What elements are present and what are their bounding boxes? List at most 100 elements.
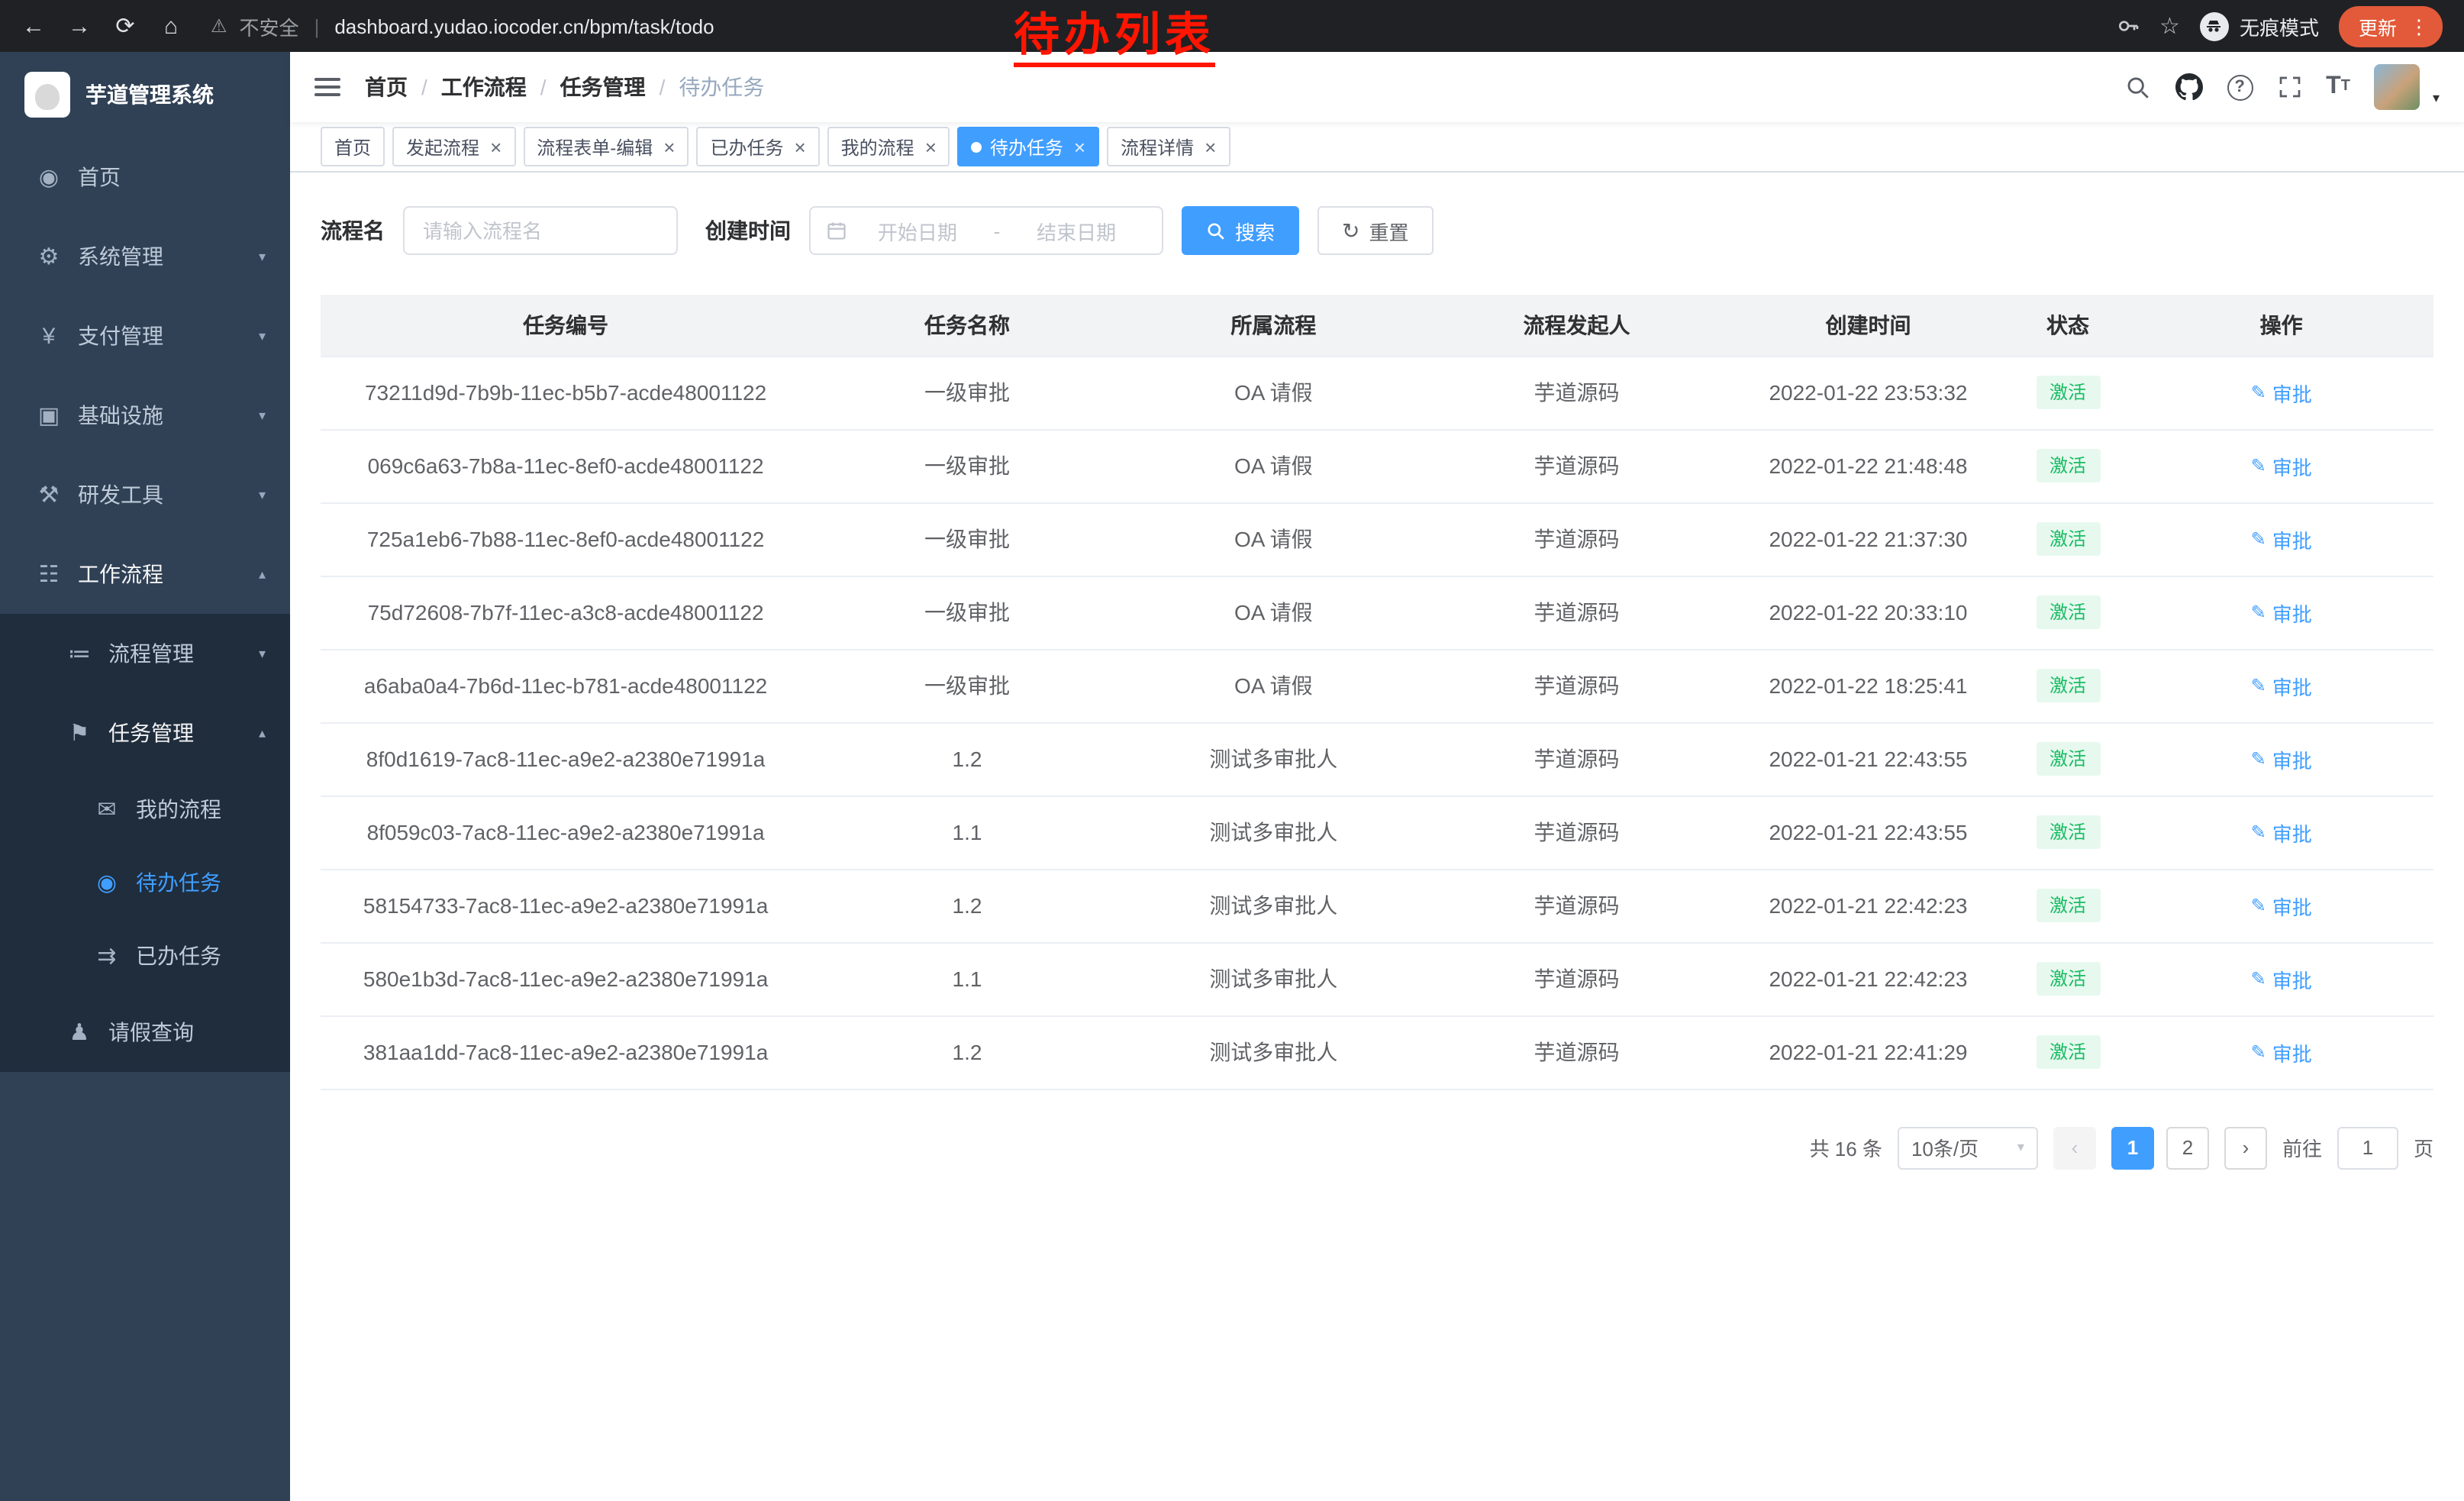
approve-link[interactable]: ✎审批 xyxy=(2251,378,2312,407)
goto-page-input[interactable] xyxy=(2337,1126,2398,1169)
not-secure-warning-icon: ⚠ xyxy=(211,15,227,37)
approve-link[interactable]: ✎审批 xyxy=(2251,891,2312,920)
help-icon[interactable]: ? xyxy=(2227,74,2253,100)
browser-refresh-button[interactable]: ⟳ xyxy=(107,8,144,44)
fullscreen-icon[interactable] xyxy=(2277,75,2301,99)
tab-close-icon[interactable]: × xyxy=(794,137,805,157)
table-row: 381aa1dd-7ac8-11ec-a9e2-a2380e71991a1.2测… xyxy=(321,1015,2433,1089)
avatar-caret-icon[interactable]: ▾ xyxy=(2433,90,2440,110)
tab-close-icon[interactable]: × xyxy=(925,137,937,157)
sidebar-item-todo-tasks[interactable]: ◉待办任务 xyxy=(0,846,290,919)
sidebar-item-workflow[interactable]: ☷工作流程▴ xyxy=(0,534,290,614)
search-icon[interactable] xyxy=(2124,74,2150,100)
browser-forward-button[interactable]: → xyxy=(61,8,98,44)
tab-process-detail[interactable]: 流程详情× xyxy=(1107,127,1230,166)
approve-link[interactable]: ✎审批 xyxy=(2251,818,2312,847)
browser-nav-buttons: ← → ⟳ ⌂ xyxy=(15,8,189,44)
tab-done-tasks[interactable]: 已办任务× xyxy=(696,127,819,166)
tab-my-process[interactable]: 我的流程× xyxy=(827,127,950,166)
tab-close-icon[interactable]: × xyxy=(663,137,675,157)
sidebar-item-payment[interactable]: ¥支付管理▾ xyxy=(0,296,290,376)
sidebar-item-leave-query[interactable]: ♟请假查询 xyxy=(0,993,290,1072)
approve-link[interactable]: ✎审批 xyxy=(2251,598,2312,627)
sidebar-item-label: 流程管理 xyxy=(108,638,194,669)
approve-link[interactable]: ✎审批 xyxy=(2251,964,2312,993)
status-cell: 激活 xyxy=(2007,576,2130,649)
sidebar-collapse-button[interactable] xyxy=(314,78,340,96)
browser-update-button[interactable]: 更新 ⋮ xyxy=(2339,5,2443,47)
sidebar-item-system[interactable]: ⚙系统管理▾ xyxy=(0,217,290,296)
font-size-icon[interactable]: TT xyxy=(2326,75,2350,99)
edit-icon: ✎ xyxy=(2251,382,2266,403)
next-page-button[interactable]: › xyxy=(2224,1126,2267,1169)
col-starter: 流程发起人 xyxy=(1424,295,1730,356)
filter-bar: 流程名 创建时间 开始日期 - 结束日期 xyxy=(321,206,2433,255)
incognito-badge: 无痕模式 xyxy=(2200,11,2319,40)
tab-form-edit[interactable]: 流程表单-编辑× xyxy=(523,127,689,166)
browser-chrome: ← → ⟳ ⌂ ⚠ 不安全 | dashboard.yudao.iocoder.… xyxy=(0,0,2464,52)
page-button-1[interactable]: 1 xyxy=(2111,1126,2154,1169)
todo-task-page: 流程名 创建时间 开始日期 - 结束日期 xyxy=(290,173,2464,1501)
table-row: 75d72608-7b7f-11ec-a3c8-acde48001122一级审批… xyxy=(321,576,2433,649)
status-badge: 激活 xyxy=(2036,815,2100,849)
sidebar-item-task-mgmt[interactable]: ⚑任务管理▴ xyxy=(0,693,290,773)
breadcrumb-task-management[interactable]: 任务管理 xyxy=(560,72,646,102)
tab-todo-tasks[interactable]: 待办任务× xyxy=(958,127,1099,166)
search-button[interactable]: 搜索 xyxy=(1182,206,1299,255)
edit-icon: ✎ xyxy=(2251,822,2266,843)
approve-link[interactable]: ✎审批 xyxy=(2251,1038,2312,1067)
navbar-actions: ? TT ▾ xyxy=(2124,64,2440,110)
task-name-cell: 1.1 xyxy=(811,796,1124,869)
breadcrumb-home[interactable]: 首页 xyxy=(365,72,408,102)
task-management-icon: ⚑ xyxy=(61,719,98,747)
created-cell: 2022-01-22 23:53:32 xyxy=(1730,356,2007,429)
tab-home[interactable]: 首页 xyxy=(321,127,385,166)
browser-back-button[interactable]: ← xyxy=(15,8,52,44)
created-cell: 2022-01-21 22:43:55 xyxy=(1730,722,2007,796)
approve-link[interactable]: ✎审批 xyxy=(2251,744,2312,773)
approve-link[interactable]: ✎审批 xyxy=(2251,451,2312,480)
bookmark-star-icon[interactable]: ☆ xyxy=(2159,12,2180,40)
github-icon[interactable] xyxy=(2175,73,2202,101)
status-badge: 激活 xyxy=(2036,522,2100,556)
user-avatar[interactable] xyxy=(2375,64,2420,110)
total-count: 共 16 条 xyxy=(1810,1133,1882,1162)
tab-start-process[interactable]: 发起流程× xyxy=(392,127,515,166)
breadcrumb-workflow[interactable]: 工作流程 xyxy=(441,72,527,102)
process-name-input[interactable] xyxy=(403,206,678,255)
task-name-cell: 一级审批 xyxy=(811,356,1124,429)
task-table: 任务编号 任务名称 所属流程 流程发起人 创建时间 状态 操作 73211d9d… xyxy=(321,295,2433,1089)
status-badge: 激活 xyxy=(2036,376,2100,409)
sidebar-item-label: 待办任务 xyxy=(136,867,221,898)
goto-label: 前往 xyxy=(2282,1133,2322,1162)
table-row: 58154733-7ac8-11ec-a9e2-a2380e71991a1.2测… xyxy=(321,869,2433,942)
sidebar-item-home[interactable]: ◉首页 xyxy=(0,137,290,217)
kebab-menu-icon[interactable]: ⋮ xyxy=(2409,16,2429,36)
task-name-cell: 1.2 xyxy=(811,869,1124,942)
browser-home-button[interactable]: ⌂ xyxy=(153,8,189,44)
chevron-down-icon: ▾ xyxy=(259,486,266,503)
sidebar-item-dev-tools[interactable]: ⚒研发工具▾ xyxy=(0,455,290,534)
sidebar-item-my-process[interactable]: ✉我的流程 xyxy=(0,773,290,846)
page-button-2[interactable]: 2 xyxy=(2166,1126,2209,1169)
date-range-picker[interactable]: 开始日期 - 结束日期 xyxy=(809,206,1163,255)
gear-icon: ⚙ xyxy=(31,243,67,270)
annotation-todo-list: 待办列表 xyxy=(1014,11,1215,67)
approve-label: 审批 xyxy=(2272,451,2312,480)
approve-link[interactable]: ✎审批 xyxy=(2251,525,2312,554)
tab-close-icon[interactable]: × xyxy=(1074,137,1085,157)
action-cell: ✎审批 xyxy=(2129,796,2433,869)
approve-link[interactable]: ✎审批 xyxy=(2251,671,2312,700)
sidebar-item-done-tasks[interactable]: ⇉已办任务 xyxy=(0,919,290,993)
sidebar-item-process-mgmt[interactable]: ≔流程管理▾ xyxy=(0,614,290,693)
app-logo[interactable]: 芋道管理系统 xyxy=(0,52,290,137)
sidebar-item-infrastructure[interactable]: ▣基础设施▾ xyxy=(0,376,290,455)
page-size-select[interactable]: 10条/页 ▾ xyxy=(1898,1126,2038,1169)
tab-close-icon[interactable]: × xyxy=(1205,137,1216,157)
prev-page-button[interactable]: ‹ xyxy=(2053,1126,2096,1169)
admin-app: 芋道管理系统 ◉首页⚙系统管理▾¥支付管理▾▣基础设施▾⚒研发工具▾☷工作流程▴… xyxy=(0,52,2464,1501)
col-status: 状态 xyxy=(2007,295,2130,356)
tab-close-icon[interactable]: × xyxy=(490,137,502,157)
reset-button[interactable]: ↻ 重置 xyxy=(1317,206,1434,255)
password-key-icon[interactable] xyxy=(2115,14,2140,38)
